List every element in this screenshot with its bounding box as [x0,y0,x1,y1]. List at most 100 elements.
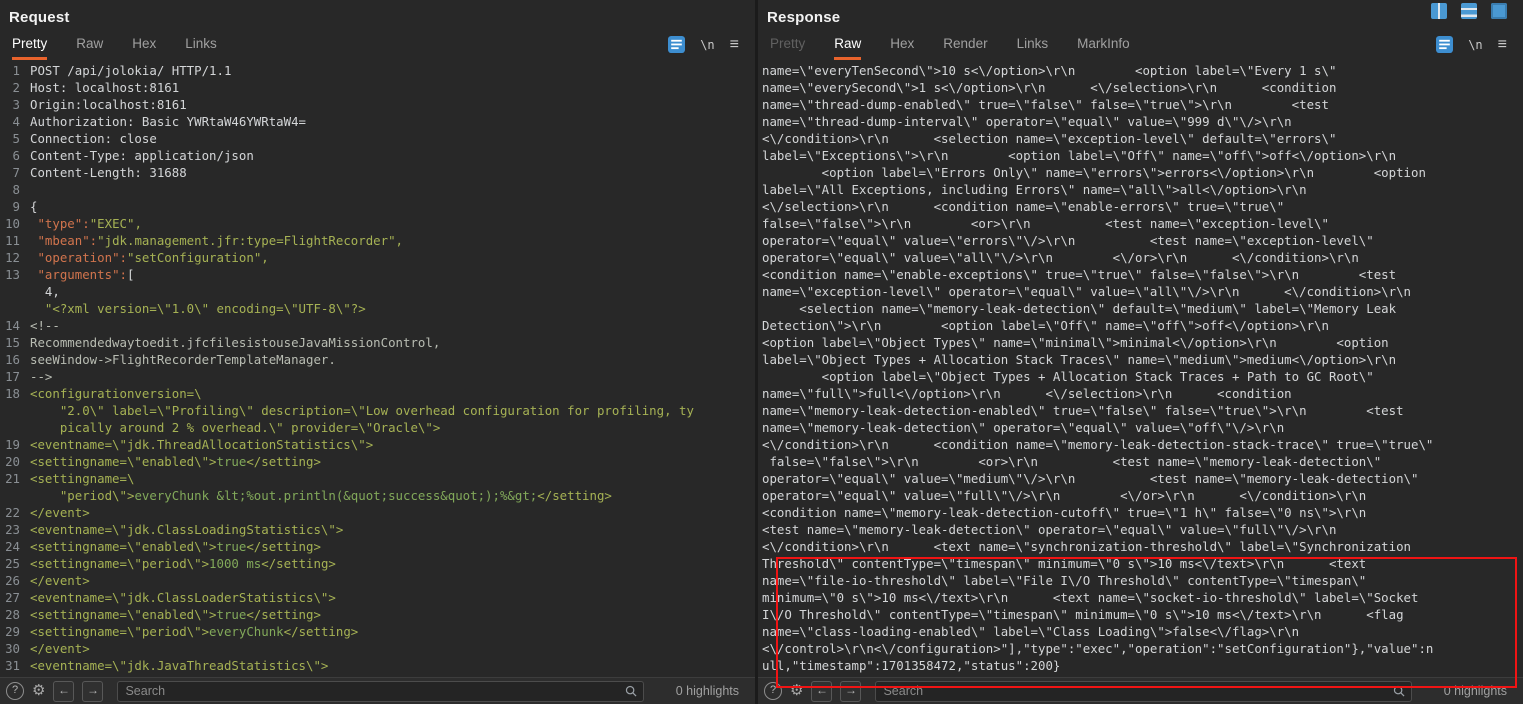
response-search-box[interactable] [875,681,1411,702]
response-text-line: Threshold\" contentType=\"timespan\" min… [762,555,1521,572]
response-search-bar: ? ⚙ ← → 0 highlights [758,677,1523,704]
request-code-line: pically around 2 % overhead.\" provider=… [0,419,755,436]
request-search-bar: ? ⚙ ← → 0 highlights [0,677,755,704]
request-editor[interactable]: 1POST /api/jolokia/ HTTP/1.12Host: local… [0,60,755,678]
request-code-line: 25<settingname=\"period\">1000 ms</setti… [0,555,755,572]
response-tabs: Pretty Raw Hex Render Links MarkInfo [770,36,1130,60]
editor-menu-icon[interactable]: ≡ [730,37,739,53]
newline-toggle[interactable]: \n [700,38,714,52]
editor-menu-icon[interactable]: ≡ [1498,37,1507,53]
response-text-line: name=\"class-loading-enabled\" label=\"C… [762,623,1521,640]
response-text-line: <\/condition>\r\n <selection name=\"exce… [762,130,1521,147]
request-code-line: 19<eventname=\"jdk.ThreadAllocationStati… [0,436,755,453]
burp-repeater-window: Request Pretty Raw Hex Links \n ≡ 1POST /ap… [0,0,1523,704]
request-code-line: 17--> [0,368,755,385]
help-icon[interactable]: ? [764,682,782,700]
request-code-line: "period\">everyChunk &lt;%out.println(&q… [0,487,755,504]
response-text-line: operator=\"equal\" value=\"medium\"\/>\r… [762,470,1521,487]
tab-links[interactable]: Links [185,36,217,60]
request-code-line: 6Content-Type: application/json [0,147,755,164]
request-tabs: Pretty Raw Hex Links [12,36,217,60]
request-search-box[interactable] [117,681,643,702]
request-highlights-count: 0 highlights [676,684,739,698]
response-text-line: operator=\"equal\" value=\"full\"\/>\r\n… [762,487,1521,504]
response-text-line: <condition name=\"enable-exceptions\" tr… [762,266,1521,283]
search-magnifier-icon [1392,684,1406,698]
layout-single-icon[interactable] [1491,3,1507,19]
response-text-line: <condition name=\"memory-leak-detection-… [762,504,1521,521]
tab-markinfo[interactable]: MarkInfo [1077,36,1130,60]
response-text-line: <option label=\"Object Types\" name=\"mi… [762,334,1521,351]
request-code-line: 14<!-- [0,317,755,334]
tab-pretty[interactable]: Pretty [12,36,47,60]
request-code-line: 30</event> [0,640,755,657]
search-magnifier-icon [624,684,638,698]
response-text-line: name=\"everySecond\">1 s<\/option>\r\n <… [762,79,1521,96]
request-panel-title: Request [9,9,70,26]
request-panel: Request Pretty Raw Hex Links \n ≡ 1POST /ap… [0,0,755,704]
response-text-line: <test name=\"memory-leak-detection\" ope… [762,521,1521,538]
tab-raw[interactable]: Raw [76,36,103,60]
response-text-line: <option label=\"Errors Only\" name=\"err… [762,164,1521,181]
response-text-line: <selection name=\"memory-leak-detection\… [762,300,1521,317]
request-code-line: 4Authorization: Basic YWRtaW46YWRtaW4= [0,113,755,130]
newline-toggle[interactable]: \n [1468,38,1482,52]
response-text-line: name=\"thread-dump-enabled\" true=\"fals… [762,96,1521,113]
request-code-line: 10 "type":"EXEC", [0,215,755,232]
tab-raw[interactable]: Raw [834,36,861,60]
response-text-line: <\/control>\r\n<\/configuration>"],"type… [762,640,1521,657]
response-search-input[interactable] [881,683,1391,699]
tab-render[interactable]: Render [943,36,987,60]
response-text-line: name=\"memory-leak-detection-enabled\" t… [762,402,1521,419]
request-editor-icons: \n ≡ [668,36,739,53]
response-text-line: name=\"memory-leak-detection\" operator=… [762,419,1521,436]
request-code-line: 2Host: localhost:8161 [0,79,755,96]
response-editor-icons: \n ≡ [1436,36,1507,53]
request-code-line: 26</event> [0,572,755,589]
prev-match-button[interactable]: ← [53,681,74,702]
response-text-line: operator=\"equal\" value=\"all\"\/>\r\n … [762,249,1521,266]
pretty-format-icon[interactable] [1436,36,1453,53]
search-settings-gear-icon[interactable]: ⚙ [790,683,803,699]
request-code-line: 27<eventname=\"jdk.ClassLoaderStatistics… [0,589,755,606]
response-text-line: minimum=\"0 s\">10 ms<\/text>\r\n <text … [762,589,1521,606]
response-panel: Response PrettyRawHexRenderLinksMarkInfo… [758,0,1523,704]
request-code-line: 31<eventname=\"jdk.JavaThreadStatistics\… [0,657,755,674]
request-code-line: 9{ [0,198,755,215]
response-text-line: label=\"Exceptions\">\r\n <option label=… [762,147,1521,164]
layout-columns-icon[interactable] [1431,3,1447,19]
tab-pretty[interactable]: Pretty [770,36,805,60]
request-code-line: 4, [0,283,755,300]
request-code-line: 29<settingname=\"period\">everyChunk</se… [0,623,755,640]
response-text-line: false=\"false\">\r\n <or>\r\n <test name… [762,215,1521,232]
layout-controls [1431,3,1507,19]
response-editor[interactable]: name=\"everyTenSecond\">10 s<\/option>\r… [762,60,1521,678]
request-code-line: 12 "operation":"setConfiguration", [0,249,755,266]
response-text-line: <\/condition>\r\n <condition name=\"memo… [762,436,1521,453]
request-code-line: "2.0\" label=\"Profiling\" description=\… [0,402,755,419]
layout-rows-icon[interactable] [1461,3,1477,19]
request-search-input[interactable] [123,683,623,699]
response-text-line: ull,"timestamp":1701358472,"status":200} [762,657,1521,674]
prev-match-button[interactable]: ← [811,681,832,702]
response-text-line: name=\"exception-level\" operator=\"equa… [762,283,1521,300]
request-code-line: 3Origin:localhost:8161 [0,96,755,113]
help-icon[interactable]: ? [6,682,24,700]
next-match-button[interactable]: → [840,681,861,702]
request-code-line: 5Connection: close [0,130,755,147]
request-code-line: 15Recommendedwaytoedit.jfcfilesistouseJa… [0,334,755,351]
tab-hex[interactable]: Hex [132,36,156,60]
request-code-line: 1POST /api/jolokia/ HTTP/1.1 [0,62,755,79]
response-text-line: name=\"full\">full<\/option>\r\n <\/sele… [762,385,1521,402]
tab-links[interactable]: Links [1017,36,1049,60]
request-code-line: 21<settingname=\ [0,470,755,487]
request-code-line: 8 [0,181,755,198]
response-text-line: label=\"Object Types + Allocation Stack … [762,351,1521,368]
response-text-line: <\/selection>\r\n <condition name=\"enab… [762,198,1521,215]
search-settings-gear-icon[interactable]: ⚙ [32,683,45,699]
next-match-button[interactable]: → [82,681,103,702]
response-text-line: label=\"All Exceptions, including Errors… [762,181,1521,198]
tab-hex[interactable]: Hex [890,36,914,60]
response-text-line: <option label=\"Object Types + Allocatio… [762,368,1521,385]
pretty-format-icon[interactable] [668,36,685,53]
